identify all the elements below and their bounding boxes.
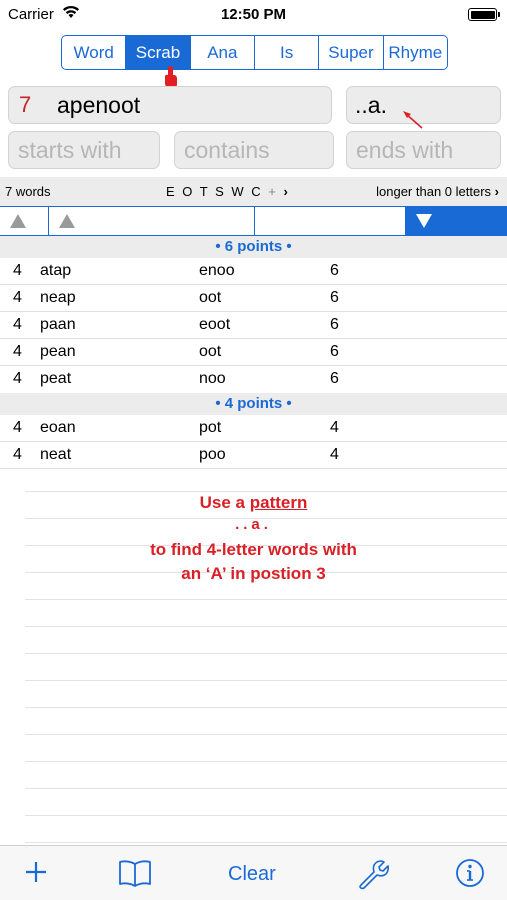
mode-segmented-control: Word Scrab Ana Is Super Rhyme xyxy=(61,35,448,70)
letter-filter-letters: E O T S W C xyxy=(166,184,263,199)
sort-descending-icon xyxy=(416,214,432,228)
tab-is[interactable]: Is xyxy=(253,36,318,69)
row-score: 6 xyxy=(330,289,339,306)
row-remaining: pot xyxy=(199,419,222,436)
ends-with-input[interactable]: ends with xyxy=(346,131,501,169)
row-word: atap xyxy=(40,262,72,279)
annotation-line-2: ..a. xyxy=(235,516,272,533)
annotation-pattern-word: pattern xyxy=(249,493,308,512)
tab-word[interactable]: Word xyxy=(62,36,125,69)
annotation-prefix: Use a xyxy=(199,493,250,512)
results-info-bar: 7 words E O T S W C + › longer than 0 le… xyxy=(0,177,507,206)
letters-value: apenoot xyxy=(57,91,141,118)
tab-rhyme[interactable]: Rhyme xyxy=(382,36,447,69)
annotation-line-3: to find 4-letter words with xyxy=(150,540,357,559)
letter-count: 7 xyxy=(19,92,32,117)
chevron-right-icon: › xyxy=(494,184,499,199)
ends-with-placeholder: ends with xyxy=(356,136,454,163)
table-row[interactable]: 4 pean oot 6 xyxy=(0,339,507,366)
section-header: • 4 points • xyxy=(0,393,507,415)
sort-ascending-icon xyxy=(59,214,75,228)
row-remaining: enoo xyxy=(199,262,235,279)
row-length: 4 xyxy=(13,343,22,360)
sort-header xyxy=(0,206,507,236)
row-word: pean xyxy=(40,343,76,360)
table-row[interactable]: 4 atap enoo 6 xyxy=(0,258,507,285)
letters-input[interactable]: 7 apenoot xyxy=(8,86,332,124)
row-word: paan xyxy=(40,316,76,333)
row-remaining: poo xyxy=(199,446,226,463)
tab-super[interactable]: Super xyxy=(318,36,382,69)
row-score: 4 xyxy=(330,419,339,436)
row-score: 6 xyxy=(330,262,339,279)
row-remaining: noo xyxy=(199,370,226,387)
table-row[interactable]: 4 neap oot 6 xyxy=(0,285,507,312)
sort-score-column[interactable] xyxy=(406,207,507,235)
row-remaining: oot xyxy=(199,343,222,360)
row-length: 4 xyxy=(13,446,22,463)
starts-with-input[interactable]: starts with xyxy=(8,131,160,169)
row-remaining: eoot xyxy=(199,316,231,333)
row-remaining: oot xyxy=(199,289,222,306)
section-header: • 6 points • xyxy=(0,236,507,258)
battery-icon xyxy=(468,8,500,21)
length-filter-label: longer than 0 letters xyxy=(376,184,492,199)
annotation-line-4: an ‘A’ in postion 3 xyxy=(181,564,326,583)
chevron-right-icon: › xyxy=(283,184,290,199)
contains-input[interactable]: contains xyxy=(174,131,334,169)
table-row[interactable]: 4 peat noo 6 xyxy=(0,366,507,393)
row-word: neat xyxy=(40,446,72,463)
row-word: eoan xyxy=(40,419,76,436)
tab-ana[interactable]: Ana xyxy=(189,36,254,69)
clock: 12:50 PM xyxy=(220,6,287,23)
row-word: neap xyxy=(40,289,76,306)
results-list: • 6 points • 4 atap enoo 6 4 neap oot 6 4 paan e… xyxy=(0,236,507,469)
row-length: 4 xyxy=(13,370,22,387)
letter-filter-plus: + xyxy=(268,184,278,199)
book-icon[interactable] xyxy=(117,858,153,888)
add-icon[interactable] xyxy=(22,858,50,886)
sort-ascending-icon xyxy=(10,214,26,228)
info-icon[interactable] xyxy=(455,858,485,888)
pattern-value: ..a. xyxy=(355,91,387,118)
bottom-toolbar: Clear xyxy=(0,845,507,900)
row-score: 6 xyxy=(330,343,339,360)
word-count: 7 words xyxy=(5,184,51,199)
row-length: 4 xyxy=(13,289,22,306)
letter-filter[interactable]: E O T S W C + › xyxy=(166,184,290,199)
row-score: 4 xyxy=(330,446,339,463)
row-length: 4 xyxy=(13,262,22,279)
sort-length-column[interactable] xyxy=(0,207,49,235)
row-score: 6 xyxy=(330,316,339,333)
row-score: 6 xyxy=(330,370,339,387)
length-filter[interactable]: longer than 0 letters › xyxy=(376,184,499,199)
contains-placeholder: contains xyxy=(184,136,270,163)
sort-remaining-column[interactable] xyxy=(255,207,406,235)
annotation-line-1: Use a pattern xyxy=(0,493,507,513)
row-length: 4 xyxy=(13,419,22,436)
status-bar: Carrier 12:50 PM xyxy=(0,0,507,30)
row-word: peat xyxy=(40,370,72,387)
starts-with-placeholder: starts with xyxy=(18,136,122,163)
row-length: 4 xyxy=(13,316,22,333)
tab-scrab[interactable]: Scrab xyxy=(125,36,190,69)
sort-word-column[interactable] xyxy=(49,207,255,235)
table-row[interactable]: 4 paan eoot 6 xyxy=(0,312,507,339)
table-row[interactable]: 4 eoan pot 4 xyxy=(0,415,507,442)
wrench-icon[interactable] xyxy=(357,858,389,890)
clear-button[interactable]: Clear xyxy=(228,863,276,886)
annotation-arrow-icon xyxy=(403,111,423,129)
